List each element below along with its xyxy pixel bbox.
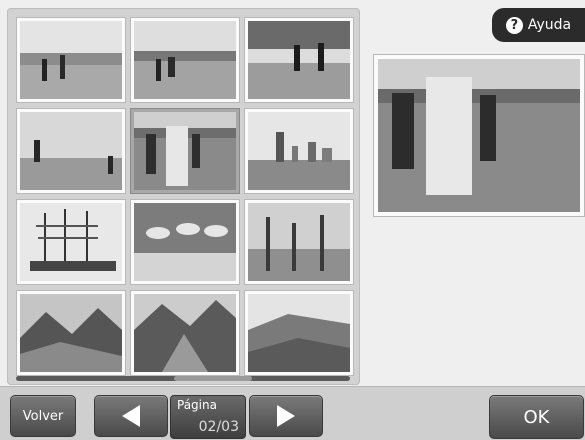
- photo-preview: [374, 55, 584, 216]
- page-number: 02/03: [198, 419, 239, 435]
- photo-thumbnail[interactable]: [245, 109, 353, 193]
- help-button[interactable]: ? Ayuda: [492, 8, 585, 42]
- photo-grid-panel: [7, 8, 360, 385]
- grid-scrollbar[interactable]: [16, 376, 350, 381]
- question-circle-icon: ?: [505, 16, 523, 34]
- back-label: Volver: [22, 408, 64, 424]
- photo-thumbnail[interactable]: [245, 291, 353, 375]
- ok-label: OK: [523, 406, 550, 428]
- photo-thumbnail[interactable]: [245, 18, 353, 102]
- photo-thumbnail-selected[interactable]: [131, 109, 239, 193]
- photo-thumbnail[interactable]: [131, 200, 239, 284]
- photo-thumbnail[interactable]: [245, 200, 353, 284]
- triangle-left-icon: [122, 405, 140, 427]
- help-label: Ayuda: [527, 17, 572, 33]
- prev-page-button[interactable]: [94, 395, 168, 437]
- photo-thumbnail[interactable]: [17, 109, 125, 193]
- photo-thumbnail[interactable]: [131, 291, 239, 375]
- page-indicator: Página 02/03: [170, 395, 246, 439]
- photo-thumbnail[interactable]: [17, 18, 125, 102]
- photo-thumbnail[interactable]: [131, 18, 239, 102]
- ok-button[interactable]: OK: [489, 395, 584, 439]
- back-button[interactable]: Volver: [10, 395, 76, 437]
- triangle-right-icon: [277, 405, 295, 427]
- grid-scrollbar-thumb[interactable]: [174, 376, 252, 381]
- photo-thumbnail[interactable]: [17, 291, 125, 375]
- page-label: Página: [177, 398, 217, 412]
- next-page-button[interactable]: [249, 395, 323, 437]
- photo-thumbnail[interactable]: [17, 200, 125, 284]
